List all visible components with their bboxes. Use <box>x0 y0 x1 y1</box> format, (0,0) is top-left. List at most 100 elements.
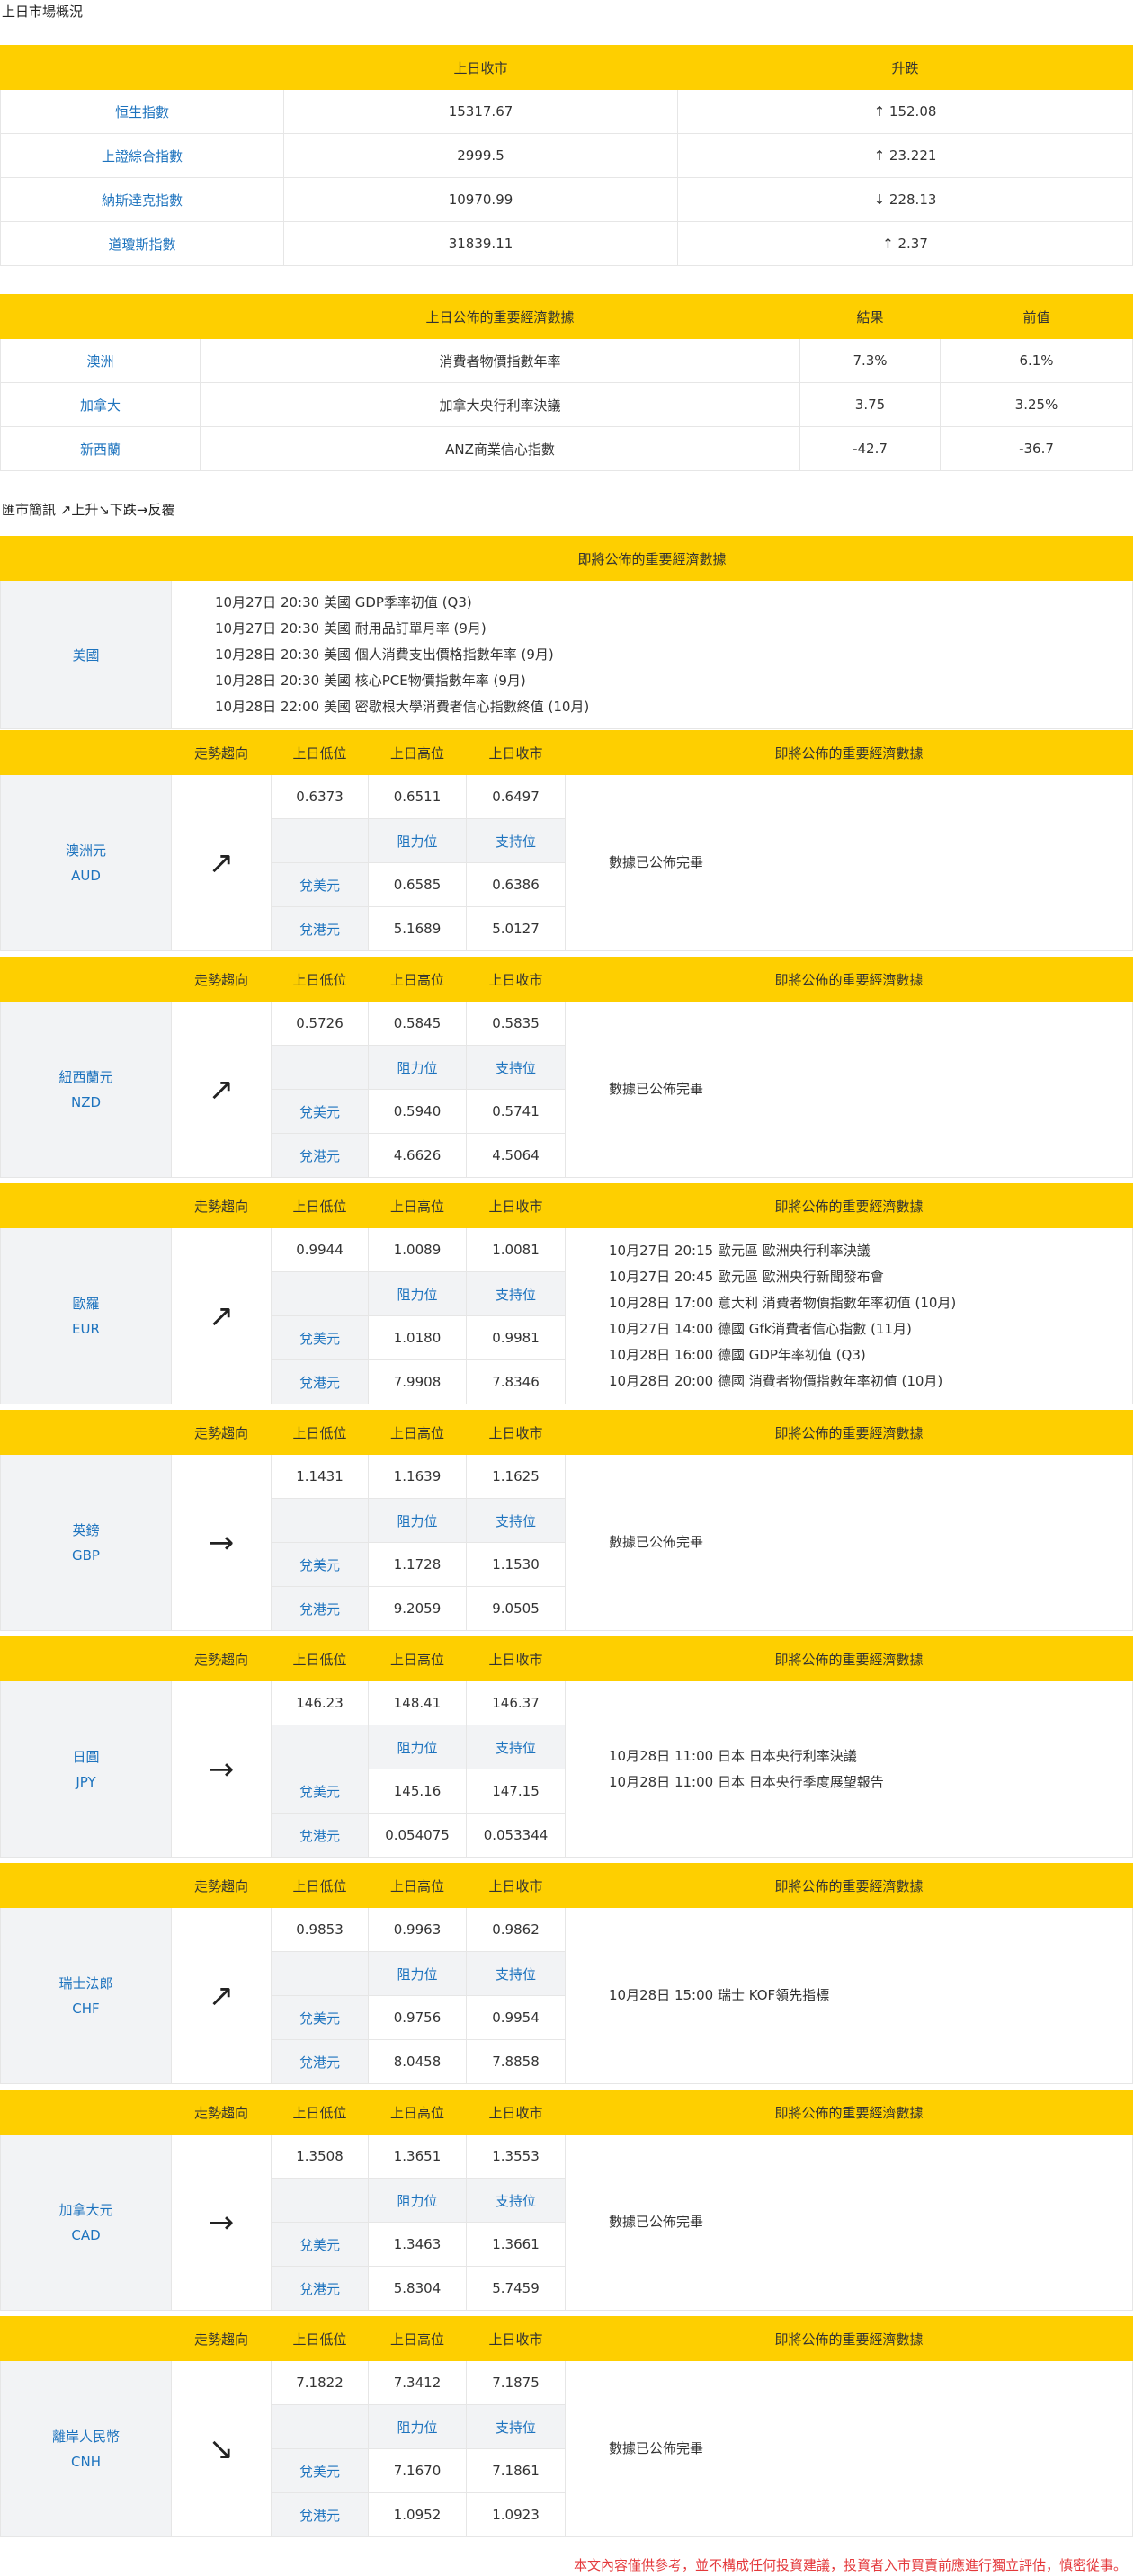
index-name-link[interactable]: 納斯達克指數 <box>0 177 284 222</box>
econ-row: 澳洲 消費者物價指數年率 7.3% 6.1% <box>0 338 1133 383</box>
event-line: 10月28日 11:00 日本 日本央行利率決議 <box>609 1747 857 1764</box>
hkd-resistance: 5.8304 <box>368 2266 467 2311</box>
upcoming-events: 數據已公佈完畢 <box>565 774 1133 951</box>
currency-label-cell[interactable]: 加拿大元 CAD <box>0 2134 172 2311</box>
hkd-support: 7.8346 <box>466 1359 566 1404</box>
support-label: 支持位 <box>466 1498 566 1543</box>
event-line: 10月28日 15:00 瑞士 KOF領先指標 <box>609 1987 830 2003</box>
fx-header-blank <box>0 2090 172 2135</box>
fx-header-row: 走勢趨向 上日低位 上日高位 上日收市 即將公佈的重要經濟數據 <box>0 2316 1133 2361</box>
disclaimer: 本文內容僅供參考，並不構成任何投資建議，投資者入市買賣前應進行獨立評估，慎密從事… <box>573 2557 1127 2573</box>
currency-name-link[interactable]: 離岸人民幣 <box>1 2424 171 2449</box>
usd-resistance: 0.6585 <box>368 862 467 907</box>
usd-support: 0.9981 <box>466 1315 566 1360</box>
currency-label-cell[interactable]: 瑞士法郎 CHF <box>0 1907 172 2084</box>
support-label: 支持位 <box>466 1951 566 1996</box>
vs-hkd-label: 兌港元 <box>271 2266 369 2311</box>
currency-label-cell[interactable]: 紐西蘭元 NZD <box>0 1001 172 1178</box>
currency-name-link[interactable]: 瑞士法郎 <box>1 1971 171 1996</box>
fx-header-blank <box>0 957 172 1002</box>
trend-arrow-icon: ↗ <box>171 1001 272 1178</box>
econ-country-link[interactable]: 澳洲 <box>0 338 201 383</box>
currency-label-cell[interactable]: 日圓 JPY <box>0 1680 172 1858</box>
prev-high: 0.6511 <box>368 774 467 819</box>
usd-resistance: 0.9756 <box>368 1995 467 2040</box>
currency-name-link[interactable]: 澳洲元 <box>1 838 171 863</box>
market-header-blank <box>0 45 284 90</box>
support-label: 支持位 <box>466 818 566 863</box>
fx-header-upcoming: 即將公佈的重要經濟數據 <box>565 1183 1133 1228</box>
econ-item: 加拿大央行利率決議 <box>200 382 800 427</box>
fx-header-high: 上日高位 <box>368 2090 467 2135</box>
resistance-label: 阻力位 <box>368 1498 467 1543</box>
hkd-resistance: 5.1689 <box>368 906 467 951</box>
currency-label-cell[interactable]: 英鎊 GBP <box>0 1454 172 1631</box>
fx-header-blank <box>0 2316 172 2361</box>
trend-arrow-icon: ↗ <box>171 1907 272 2084</box>
event-line: 10月28日 22:00 美國 密歇根大學消費者信心指數終值 (10月) <box>215 698 590 715</box>
fx-header-high: 上日高位 <box>368 957 467 1002</box>
support-label: 支持位 <box>466 1725 566 1769</box>
event-line: 數據已公佈完畢 <box>609 2214 704 2230</box>
vs-hkd-label: 兌港元 <box>271 1813 369 1858</box>
currency-code: CHF <box>72 2000 100 2017</box>
market-header-row: 上日收市 升跌 <box>0 45 1133 90</box>
econ-prev: 6.1% <box>940 338 1133 383</box>
index-name-link[interactable]: 上證綜合指數 <box>0 133 284 178</box>
index-name-link[interactable]: 道瓊斯指數 <box>0 221 284 266</box>
hkd-support: 1.0923 <box>466 2492 566 2537</box>
currency-name-link[interactable]: 加拿大元 <box>1 2197 171 2223</box>
econ-header-item: 上日公佈的重要經濟數據 <box>200 294 800 339</box>
trend-arrow-icon: ↗ <box>171 774 272 951</box>
fx-currency-table: 走勢趨向 上日低位 上日高位 上日收市 即將公佈的重要經濟數據 澳洲元 AUD ↗ 0.6373… <box>0 730 1133 951</box>
fx-header-upcoming: 即將公佈的重要經濟數據 <box>565 2316 1133 2361</box>
econ-country-link[interactable]: 加拿大 <box>0 382 201 427</box>
currency-code: CAD <box>71 2226 101 2243</box>
currency-label-cell[interactable]: 歐羅 EUR <box>0 1227 172 1404</box>
prev-low: 7.1822 <box>271 2360 369 2405</box>
currency-name-link[interactable]: 紐西蘭元 <box>1 1065 171 1090</box>
prev-low: 0.9944 <box>271 1227 369 1272</box>
event-line: 數據已公佈完畢 <box>609 2440 704 2456</box>
hkd-support: 7.8858 <box>466 2039 566 2084</box>
currency-label-cell[interactable]: 澳洲元 AUD <box>0 774 172 951</box>
event-line: 10月27日 14:00 德國 Gfk消費者信心指數 (11月) <box>609 1320 912 1337</box>
econ-row: 新西蘭 ANZ商業信心指數 -42.7 -36.7 <box>0 426 1133 471</box>
fx-header-low: 上日低位 <box>271 2090 369 2135</box>
fx-currency-table: 走勢趨向 上日低位 上日高位 上日收市 即將公佈的重要經濟數據 英鎊 GBP → 1.1431 1… <box>0 1410 1133 1631</box>
index-name-link[interactable]: 恒生指數 <box>0 89 284 134</box>
fx-us-label-link[interactable]: 美國 <box>0 580 172 729</box>
market-table: 上日收市 升跌 恒生指數 15317.67 ↑ 152.08 上證綜合指數 29… <box>0 45 1133 266</box>
resistance-label: 阻力位 <box>368 1271 467 1316</box>
vs-hkd-label: 兌港元 <box>271 1586 369 1631</box>
prev-low: 1.3508 <box>271 2134 369 2179</box>
fx-header-trend: 走勢趨向 <box>171 730 272 775</box>
trend-arrow-icon: ↗ <box>171 1227 272 1404</box>
trend-arrow-icon: → <box>171 2134 272 2311</box>
upcoming-events: 10月27日 20:15 歐元區 歐洲央行利率決議 10月27日 20:45 歐元… <box>565 1227 1133 1404</box>
hkd-support: 5.0127 <box>466 906 566 951</box>
fx-header-low: 上日低位 <box>271 1410 369 1455</box>
currency-label-cell[interactable]: 離岸人民幣 CNH <box>0 2360 172 2537</box>
index-change: ↑ 2.37 <box>677 221 1133 266</box>
event-line: 10月28日 20:00 德國 消費者物價指數年率初值 (10月) <box>609 1372 943 1389</box>
usd-support: 0.5741 <box>466 1089 566 1134</box>
fx-header-row: 走勢趨向 上日低位 上日高位 上日收市 即將公佈的重要經濟數據 <box>0 1636 1133 1681</box>
econ-country-link[interactable]: 新西蘭 <box>0 426 201 471</box>
upcoming-events: 數據已公佈完畢 <box>565 1001 1133 1178</box>
fx-header-row: 走勢趨向 上日低位 上日高位 上日收市 即將公佈的重要經濟數據 <box>0 1183 1133 1228</box>
prev-low: 0.5726 <box>271 1001 369 1046</box>
usd-resistance: 1.0180 <box>368 1315 467 1360</box>
sub-blank <box>271 818 369 863</box>
currency-name-link[interactable]: 歐羅 <box>1 1291 171 1316</box>
currency-name-link[interactable]: 英鎊 <box>1 1518 171 1543</box>
vs-usd-label: 兌美元 <box>271 2448 369 2493</box>
econ-row: 加拿大 加拿大央行利率決議 3.75 3.25% <box>0 382 1133 427</box>
currency-name-link[interactable]: 日圓 <box>1 1744 171 1769</box>
fx-header-trend: 走勢趨向 <box>171 2316 272 2361</box>
hkd-resistance: 4.6626 <box>368 1133 467 1178</box>
sub-blank <box>271 1271 369 1316</box>
fx-header-row: 走勢趨向 上日低位 上日高位 上日收市 即將公佈的重要經濟數據 <box>0 1410 1133 1455</box>
fx-header-high: 上日高位 <box>368 1636 467 1681</box>
hkd-resistance: 7.9908 <box>368 1359 467 1404</box>
